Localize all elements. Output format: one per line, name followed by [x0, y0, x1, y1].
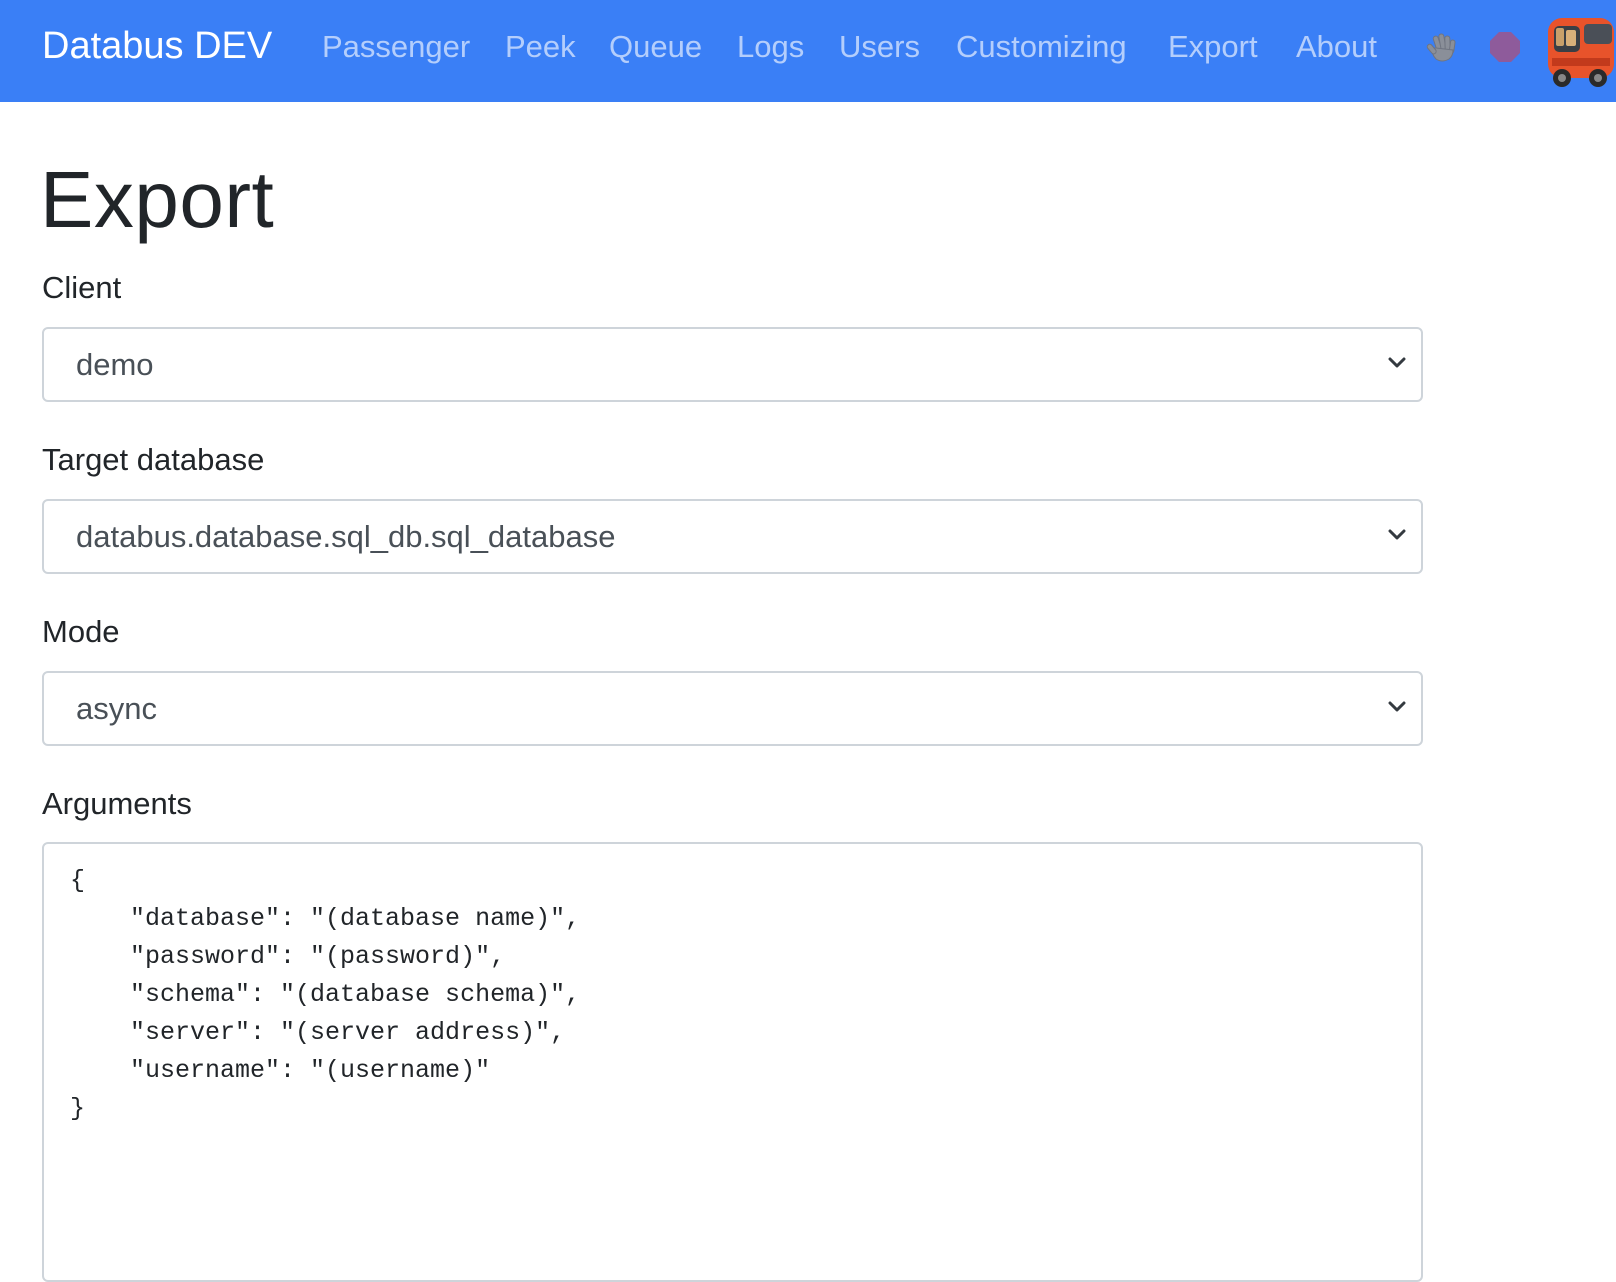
stop-icon[interactable] [1488, 30, 1522, 69]
nav-item-queue[interactable]: Queue [609, 26, 702, 68]
mode-label: Mode [42, 614, 120, 649]
nav-item-export[interactable]: Export [1168, 26, 1258, 68]
client-select-value: demo [76, 347, 154, 382]
page-title: Export [40, 155, 275, 244]
waving-hand-icon[interactable] [1426, 30, 1460, 69]
nav-item-customizing[interactable]: Customizing [956, 26, 1127, 68]
bus-logo-icon [1540, 8, 1616, 99]
target-database-label: Target database [42, 442, 265, 477]
client-select[interactable]: demo [42, 327, 1423, 402]
navbar: Databus DEV Passenger Peek Queue Logs Us… [0, 0, 1616, 102]
nav-item-passenger[interactable]: Passenger [322, 26, 470, 68]
arguments-text: { "database": "(database name)", "passwo… [70, 866, 581, 1123]
mode-select-value: async [76, 691, 157, 726]
arguments-textarea[interactable]: { "database": "(database name)", "passwo… [42, 842, 1423, 1282]
mode-select[interactable]: async [42, 671, 1423, 746]
nav-item-peek[interactable]: Peek [505, 26, 576, 68]
nav-item-logs[interactable]: Logs [737, 26, 804, 68]
arguments-label: Arguments [42, 786, 192, 821]
chevron-down-icon [1387, 528, 1407, 547]
nav-item-about[interactable]: About [1296, 26, 1377, 68]
client-label: Client [42, 270, 122, 305]
target-database-select-value: databus.database.sql_db.sql_database [76, 519, 616, 554]
target-database-select[interactable]: databus.database.sql_db.sql_database [42, 499, 1423, 574]
nav-item-users[interactable]: Users [839, 26, 920, 68]
chevron-down-icon [1387, 700, 1407, 719]
navbar-brand[interactable]: Databus DEV [42, 22, 272, 70]
chevron-down-icon [1387, 356, 1407, 375]
